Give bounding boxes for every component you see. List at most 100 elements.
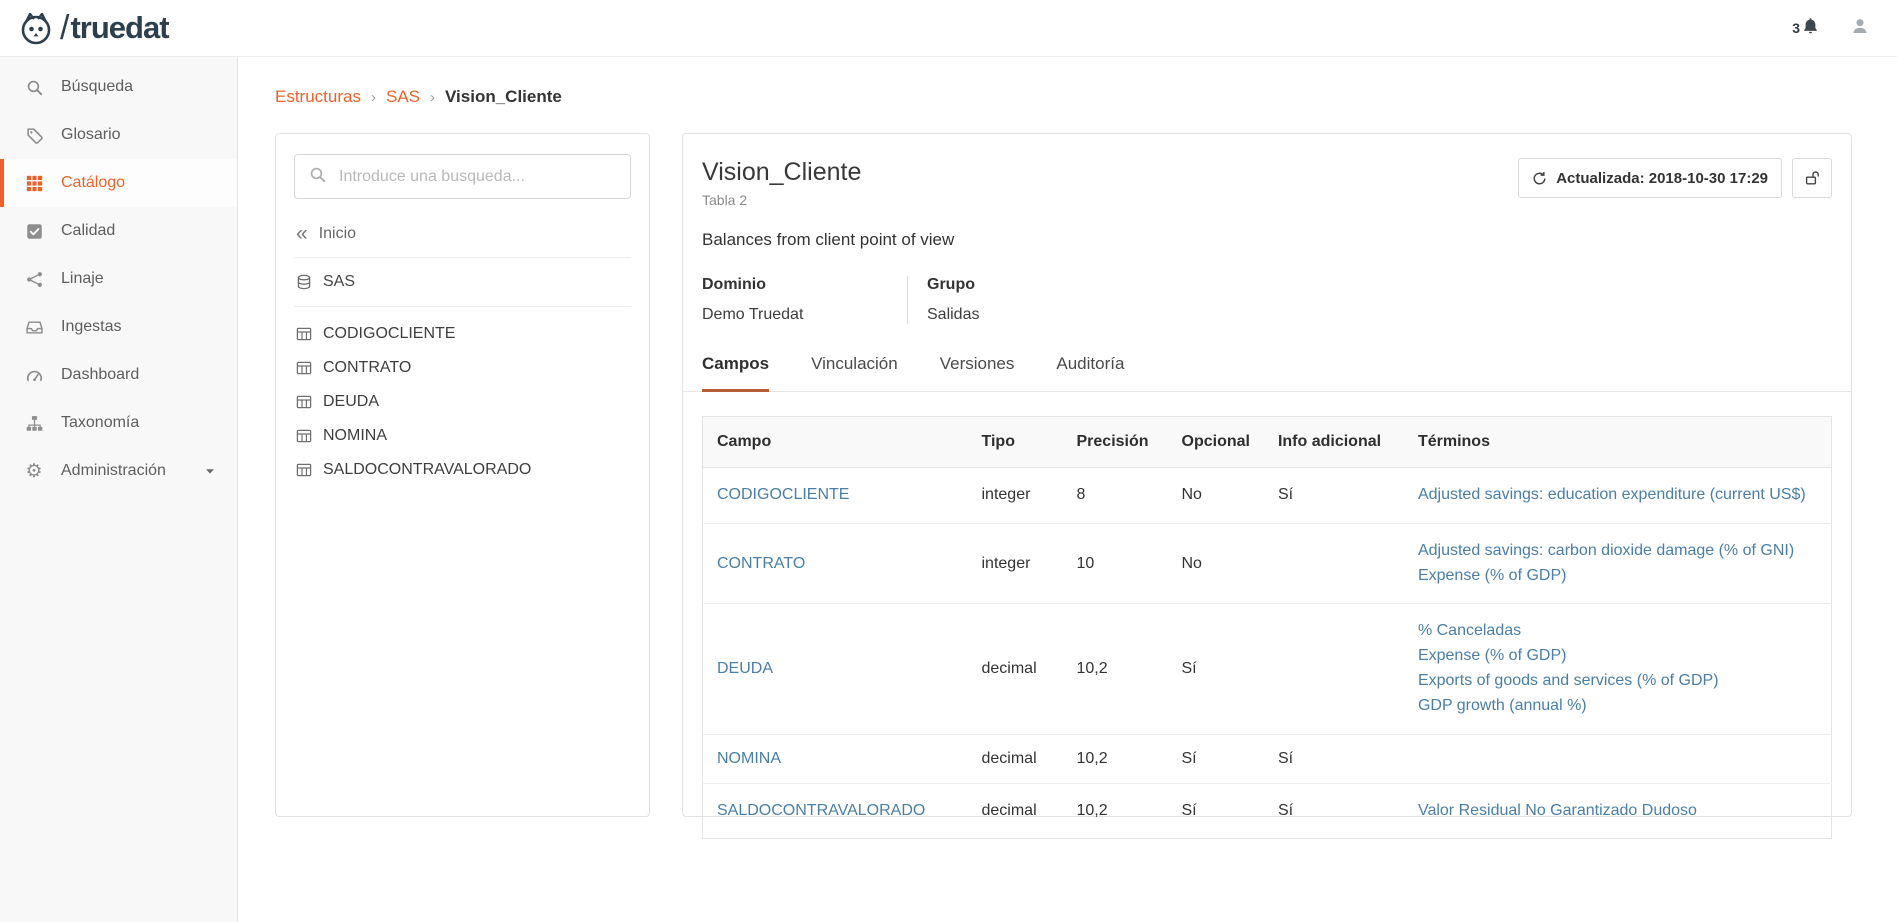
app-logo[interactable]: / truedat [16, 8, 169, 48]
field-row: CONTRATOinteger10NoAdjusted savings: car… [703, 523, 1832, 604]
sidebar-item-label: Linaje [61, 270, 104, 288]
breadcrumb-separator: › [430, 89, 435, 106]
field-additional-info: Sí [1264, 734, 1404, 783]
sidebar-item-busqueda[interactable]: Búsqueda [0, 63, 237, 111]
table-list-item[interactable]: SALDOCONTRAVALORADO [294, 453, 631, 487]
tab-campos[interactable]: Campos [702, 354, 769, 392]
sidebar-item-ingestas[interactable]: Ingestas [0, 303, 237, 351]
group-label: Grupo [927, 276, 979, 294]
refresh-button[interactable]: Actualizada: 2018-10-30 17:29 [1518, 158, 1782, 198]
breadcrumb-item: Vision_Cliente [445, 87, 562, 107]
field-type: integer [968, 468, 1063, 524]
field-additional-info: Sí [1264, 468, 1404, 524]
field-additional-info [1264, 523, 1404, 604]
user-icon [1851, 17, 1869, 40]
sidebar-item-glosario[interactable]: Glosario [0, 111, 237, 159]
field-name-cell: CONTRATO [703, 523, 968, 604]
refresh-icon [1532, 171, 1547, 186]
field-link[interactable]: CONTRATO [717, 555, 805, 572]
table-name: CODIGOCLIENTE [323, 325, 455, 343]
structure-search[interactable] [294, 154, 631, 199]
field-row: DEUDAdecimal10,2Sí% CanceladasExpense (%… [703, 604, 1832, 734]
field-terms: Valor Residual No Garantizado Dudoso [1404, 783, 1832, 839]
sidebar: BúsquedaGlosario Catálogo Calidad Linaje Ing… [0, 57, 238, 922]
field-type: integer [968, 523, 1063, 604]
sidebar-item-label: Calidad [61, 222, 115, 240]
topbar-actions: 3 [1792, 17, 1869, 40]
column-header: Tipo [968, 417, 1063, 468]
sidebar-item-linaje[interactable]: Linaje [0, 255, 237, 303]
check-square-icon [24, 223, 44, 240]
term-link[interactable]: Adjusted savings: carbon dioxide damage … [1418, 539, 1817, 564]
field-optional: No [1168, 523, 1264, 604]
user-menu-button[interactable] [1851, 17, 1869, 40]
structure-subtitle: Tabla 2 [702, 192, 861, 208]
table-list-item[interactable]: CODIGOCLIENTE [294, 317, 631, 351]
sidebar-item-label: Catálogo [61, 174, 125, 192]
field-link[interactable]: CODIGOCLIENTE [717, 486, 849, 503]
table-icon [296, 462, 312, 478]
column-header: Precisión [1063, 417, 1168, 468]
detail-tabs: Campos Vinculación Versiones Auditoría [683, 354, 1851, 392]
column-header: Campo [703, 417, 968, 468]
system-item-sas[interactable]: SAS [294, 258, 631, 307]
tab-auditoria[interactable]: Auditoría [1056, 354, 1124, 392]
field-terms [1404, 734, 1832, 783]
table-name: CONTRATO [323, 359, 411, 377]
gauge-icon [24, 367, 44, 384]
brand-slash: / [60, 9, 69, 48]
term-link[interactable]: Expense (% of GDP) [1418, 564, 1817, 589]
sidebar-item-administracion[interactable]: ⚙Administración [0, 447, 237, 495]
tab-vinculacion[interactable]: Vinculación [811, 354, 898, 392]
database-icon [296, 274, 312, 290]
term-link[interactable]: % Canceladas [1418, 619, 1817, 644]
tab-versiones[interactable]: Versiones [940, 354, 1015, 392]
field-link[interactable]: SALDOCONTRAVALORADO [717, 802, 925, 819]
system-name: SAS [323, 273, 355, 291]
term-link[interactable]: Exports of goods and services (% of GDP) [1418, 669, 1817, 694]
table-list-item[interactable]: DEUDA [294, 385, 631, 419]
sidebar-item-calidad[interactable]: Calidad [0, 207, 237, 255]
field-link[interactable]: NOMINA [717, 750, 781, 767]
field-type: decimal [968, 734, 1063, 783]
field-terms: Adjusted savings: education expenditure … [1404, 468, 1832, 524]
chevron-down-icon [203, 464, 217, 478]
table-icon [296, 394, 312, 410]
structure-search-input[interactable] [337, 167, 616, 187]
owl-logo-icon [16, 8, 56, 48]
field-precision: 10,2 [1063, 734, 1168, 783]
column-header: Términos [1404, 417, 1832, 468]
sitemap-icon [24, 415, 44, 432]
table-list-item[interactable]: CONTRATO [294, 351, 631, 385]
inbox-icon [24, 319, 44, 336]
term-link[interactable]: Expense (% of GDP) [1418, 644, 1817, 669]
home-link[interactable]: « Inicio [294, 225, 631, 258]
structure-title: Vision_Cliente [702, 158, 861, 187]
home-link-label: Inicio [319, 225, 356, 243]
field-terms: % CanceladasExpense (% of GDP)Exports of… [1404, 604, 1832, 734]
sidebar-item-label: Taxonomía [61, 414, 139, 432]
term-link[interactable]: GDP growth (annual %) [1418, 694, 1817, 719]
table-list-item[interactable]: NOMINA [294, 419, 631, 453]
breadcrumb-item[interactable]: Estructuras [275, 87, 361, 107]
sidebar-item-dashboard[interactable]: Dashboard [0, 351, 237, 399]
breadcrumb-item[interactable]: SAS [386, 87, 420, 107]
unlock-icon [1804, 170, 1820, 186]
gear-icon: ⚙ [24, 462, 44, 481]
field-additional-info [1264, 604, 1404, 734]
term-link[interactable]: Valor Residual No Garantizado Dudoso [1418, 799, 1817, 824]
notifications-button[interactable]: 3 [1792, 17, 1819, 39]
field-link[interactable]: DEUDA [717, 660, 773, 677]
search-icon [309, 166, 326, 188]
field-name-cell: CODIGOCLIENTE [703, 468, 968, 524]
search-icon [24, 79, 44, 96]
lock-button[interactable] [1792, 158, 1832, 198]
structure-browser-panel: « Inicio SAS CODIGOCLIENTE CONTRATO DEUDA N… [275, 133, 650, 817]
term-link[interactable]: Adjusted savings: education expenditure … [1418, 483, 1817, 508]
field-row: NOMINAdecimal10,2SíSí [703, 734, 1832, 783]
field-name-cell: SALDOCONTRAVALORADO [703, 783, 968, 839]
table-name: NOMINA [323, 427, 387, 445]
sidebar-item-taxonomia[interactable]: Taxonomía [0, 399, 237, 447]
sidebar-item-catalogo[interactable]: Catálogo [0, 159, 237, 207]
notification-count: 3 [1792, 20, 1800, 36]
